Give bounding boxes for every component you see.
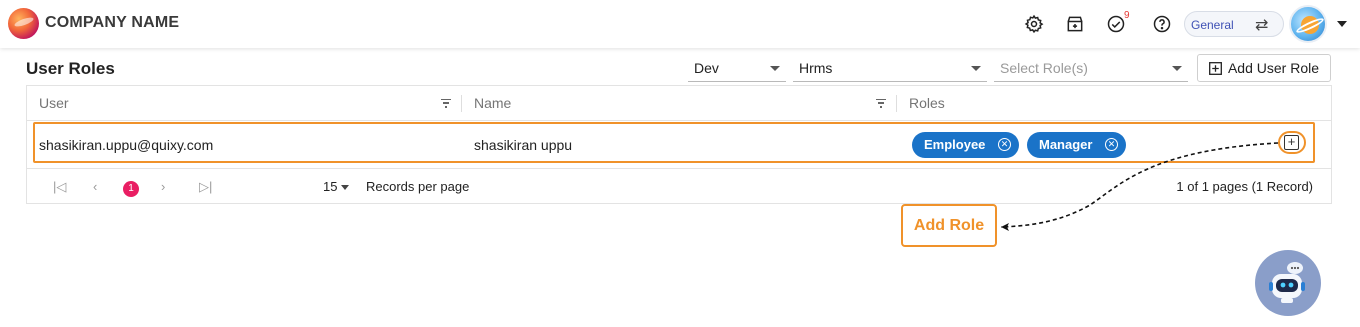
pagination-info: 1 of 1 pages (1 Record)	[1176, 179, 1313, 194]
chevron-down-icon	[1172, 66, 1182, 71]
add-role-callout: Add Role	[901, 204, 997, 247]
add-user-role-button[interactable]: Add User Role	[1197, 54, 1331, 82]
chatbot-button[interactable]	[1255, 250, 1321, 316]
column-header-name[interactable]: Name	[462, 86, 897, 121]
top-bar: COMPANY NAME 9 General ⇄	[0, 0, 1360, 48]
pagination-bar: |◁ ‹ 1 › ▷| 15 Records per page 1 of 1 p…	[27, 168, 1331, 204]
table-header: User Name Roles	[27, 86, 1331, 121]
chatbot-robot-icon	[1269, 262, 1305, 303]
filter-icon[interactable]	[876, 99, 886, 108]
help-icon[interactable]	[1150, 12, 1174, 36]
chevron-down-icon	[971, 66, 981, 71]
workspace-switcher[interactable]: General ⇄	[1184, 11, 1284, 37]
row-highlight-box	[33, 122, 1315, 163]
filter-icon[interactable]	[441, 99, 451, 108]
previous-page-icon[interactable]: ‹	[93, 179, 97, 194]
next-page-icon[interactable]: ›	[161, 179, 165, 194]
store-icon[interactable]	[1063, 12, 1087, 36]
environment-dropdown[interactable]: Dev	[688, 55, 786, 82]
swap-icon: ⇄	[1255, 17, 1269, 34]
company-logo[interactable]	[8, 8, 39, 39]
company-name: COMPANY NAME	[45, 14, 180, 31]
application-dropdown[interactable]: Hrms	[793, 55, 987, 82]
records-per-page-label: Records per page	[366, 179, 470, 194]
environment-value: Dev	[694, 60, 719, 76]
avatar[interactable]	[1289, 5, 1327, 43]
plus-square-icon	[1209, 61, 1222, 75]
page-size-select[interactable]: 15	[323, 179, 350, 194]
application-value: Hrms	[799, 60, 833, 76]
last-page-icon[interactable]: ▷|	[199, 179, 212, 195]
workspace-label: General	[1191, 18, 1234, 32]
settings-icon[interactable]	[1022, 12, 1046, 36]
add-user-role-label: Add User Role	[1227, 60, 1320, 76]
column-header-user[interactable]: User	[27, 86, 462, 121]
chevron-down-icon	[770, 66, 780, 71]
role-select[interactable]: Select Role(s)	[994, 55, 1188, 82]
notification-badge: 9	[1124, 10, 1130, 21]
caret-down-icon	[341, 185, 350, 191]
page-title: User Roles	[26, 59, 115, 78]
current-page-button[interactable]: 1	[123, 181, 139, 197]
add-role-plus-icon[interactable]: +	[1284, 135, 1299, 150]
column-header-roles[interactable]: Roles	[897, 86, 1331, 121]
caret-down-icon[interactable]	[1337, 21, 1347, 27]
first-page-icon[interactable]: |◁	[53, 179, 66, 195]
role-select-placeholder: Select Role(s)	[1000, 60, 1088, 76]
